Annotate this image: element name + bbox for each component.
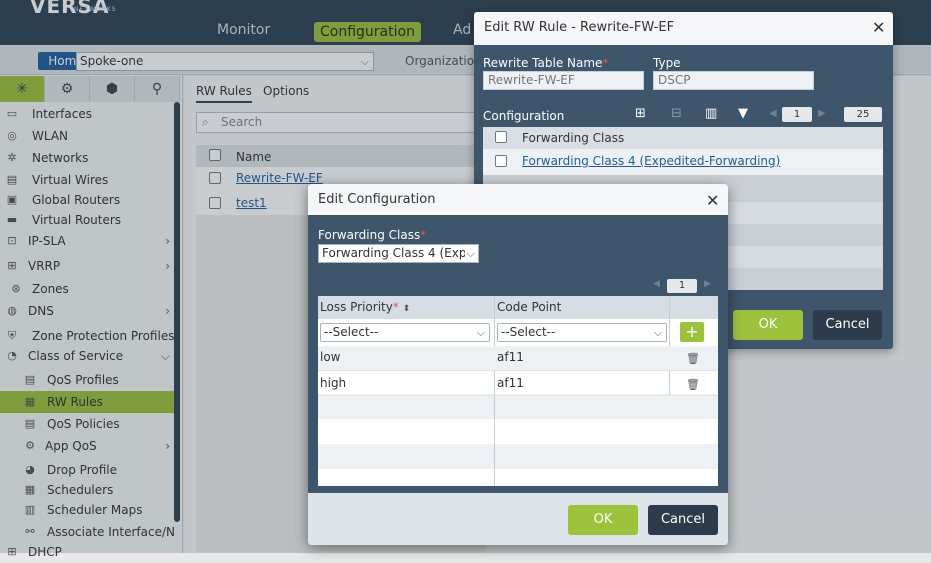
add-icon[interactable]: ⊞: [635, 106, 646, 121]
configuration-label: Configuration: [483, 109, 565, 123]
loss-priority-table-header: Loss Priority* ⬍ Code Point: [318, 296, 718, 319]
forwarding-class-select[interactable]: Forwarding Class 4 (Expe ⌵: [318, 244, 479, 263]
sort-icon: ⬍: [402, 304, 411, 314]
prev-page-icon[interactable]: ◀: [769, 108, 777, 119]
rw-rule-cancel-button[interactable]: Cancel: [813, 310, 882, 340]
configuration-ok-button[interactable]: OK: [568, 505, 638, 535]
add-row-button[interactable]: +: [680, 322, 704, 342]
close-icon[interactable]: ✕: [872, 18, 885, 37]
columns-icon[interactable]: ▥: [705, 106, 717, 121]
column-forwarding-class: Forwarding Class: [522, 131, 625, 145]
code-point-cell: af11: [497, 376, 524, 390]
configuration-table-row: Forwarding Class 4 (Expedited-Forwarding…: [483, 149, 883, 175]
configuration-cancel-button[interactable]: Cancel: [648, 505, 718, 535]
empty-row: [318, 444, 718, 469]
select-all-checkbox[interactable]: [495, 131, 507, 143]
filter-icon[interactable]: ▼: [738, 106, 748, 121]
edit-configuration-title: Edit Configuration: [318, 192, 436, 207]
page-size-input[interactable]: 25: [844, 107, 882, 122]
rw-rule-ok-button[interactable]: OK: [733, 310, 803, 340]
loss-priority-select[interactable]: --Select-- ⌵: [320, 323, 490, 342]
row-checkbox[interactable]: [495, 155, 507, 167]
page-number-input[interactable]: 1: [782, 107, 812, 122]
type-field[interactable]: DSCP: [653, 71, 814, 90]
remove-icon[interactable]: ⊟: [671, 106, 682, 121]
loss-priority-cell: high: [320, 376, 347, 390]
code-point-select[interactable]: --Select-- ⌵: [497, 323, 667, 342]
loss-priority-cell: low: [320, 350, 341, 364]
next-page-icon[interactable]: ▶: [818, 108, 826, 119]
forwarding-class-label: Forwarding Class*: [318, 228, 427, 242]
type-label: Type: [653, 56, 681, 70]
chevron-down-icon: ⌵: [653, 326, 662, 339]
column-code-point: Code Point: [497, 300, 562, 314]
rewrite-table-name-label: Rewrite Table Name*: [483, 56, 609, 70]
column-loss-priority: Loss Priority* ⬍: [320, 300, 411, 314]
empty-row: [318, 394, 718, 419]
plus-icon: +: [685, 322, 699, 341]
configuration-table-header: Forwarding Class: [483, 127, 883, 149]
table-row: low af11 🗑: [318, 346, 718, 371]
trash-icon[interactable]: 🗑: [686, 378, 700, 391]
chevron-down-icon: ⌵: [476, 326, 485, 339]
edit-rw-rule-title: Edit RW Rule - Rewrite-FW-EF: [484, 20, 675, 35]
close-icon[interactable]: ✕: [706, 191, 719, 210]
next-page-icon[interactable]: ▶: [704, 279, 711, 289]
code-point-cell: af11: [497, 350, 524, 364]
rewrite-table-name-field[interactable]: Rewrite-FW-EF: [483, 71, 644, 90]
chevron-down-icon: ⌵: [464, 245, 475, 262]
prev-page-icon[interactable]: ◀: [653, 279, 660, 289]
forwarding-class-value: Forwarding Class 4 (Expe: [322, 246, 474, 260]
table-row: high af11 🗑: [318, 371, 718, 396]
forwarding-class-link[interactable]: Forwarding Class 4 (Expedited-Forwarding…: [522, 154, 780, 168]
trash-icon[interactable]: 🗑: [686, 352, 700, 365]
page-number-input[interactable]: 1: [667, 279, 697, 293]
